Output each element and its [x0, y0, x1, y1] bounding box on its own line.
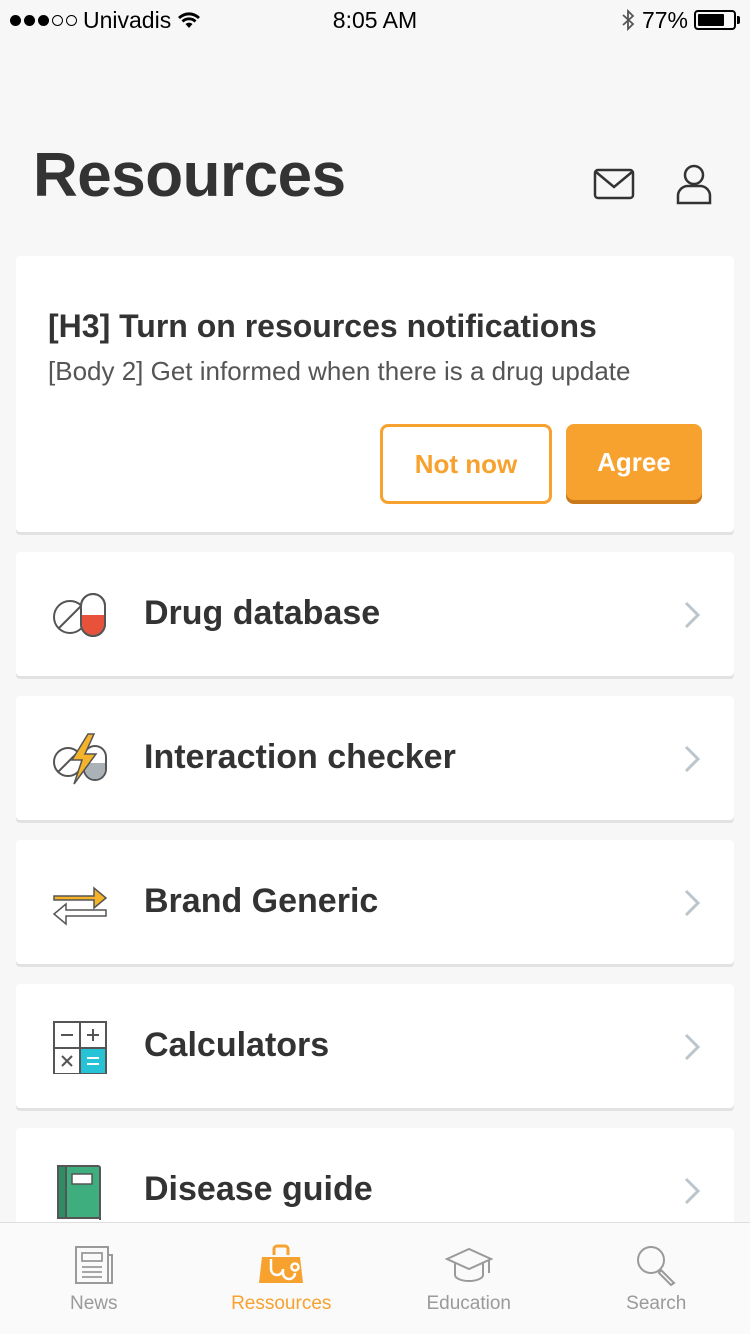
tab-bar: News Ressources Education Search	[0, 1222, 750, 1334]
status-right: 77%	[620, 7, 740, 34]
battery-icon	[694, 10, 740, 30]
status-bar: Univadis 8:05 AM 77%	[0, 0, 750, 40]
graduation-cap-icon	[444, 1247, 493, 1282]
notification-card: [H3] Turn on resources notifications [Bo…	[16, 256, 734, 532]
tab-news[interactable]: News	[0, 1223, 188, 1334]
signal-strength-icon	[10, 14, 77, 26]
notification-body: [Body 2] Get informed when there is a dr…	[48, 356, 631, 386]
tab-ressources[interactable]: Ressources	[188, 1223, 376, 1334]
carrier-name: Univadis	[83, 6, 172, 33]
chevron-right-icon	[684, 1033, 701, 1061]
resource-item-drug-database[interactable]: Drug database	[16, 552, 734, 676]
chevron-right-icon	[684, 1177, 701, 1205]
resource-label: Drug database	[144, 594, 381, 632]
chevron-right-icon	[684, 601, 701, 629]
notification-title: [H3] Turn on resources notifications	[48, 308, 597, 344]
tab-label: Ressources	[231, 1293, 332, 1314]
bluetooth-icon	[622, 8, 635, 32]
interaction-icon	[53, 733, 107, 785]
mail-icon[interactable]	[592, 162, 636, 206]
not-now-button[interactable]: Not now	[380, 424, 552, 504]
tab-label: News	[69, 1293, 118, 1314]
tab-label: Search	[626, 1293, 687, 1314]
pill-icon	[53, 593, 106, 637]
calculator-icon	[53, 1021, 107, 1074]
tab-label: Education	[426, 1293, 511, 1314]
wifi-icon	[178, 12, 201, 28]
resource-label: Disease guide	[144, 1170, 373, 1208]
battery-level-fill	[698, 14, 725, 26]
resource-item-interaction-checker[interactable]: Interaction checker	[16, 696, 734, 820]
resource-item-calculators[interactable]: Calculators	[16, 984, 734, 1108]
resource-label: Calculators	[144, 1026, 330, 1064]
profile-icon[interactable]	[672, 162, 716, 206]
search-icon	[637, 1246, 676, 1287]
medical-bag-icon	[259, 1244, 304, 1283]
swap-arrows-icon	[52, 886, 108, 926]
chevron-right-icon	[684, 889, 701, 917]
newspaper-icon	[74, 1246, 113, 1284]
resource-label: Brand Generic	[144, 882, 379, 920]
battery-percent: 77%	[641, 6, 688, 33]
page-title: Resources	[33, 141, 346, 210]
tab-education[interactable]: Education	[375, 1223, 563, 1334]
chevron-right-icon	[684, 745, 701, 773]
book-icon	[57, 1165, 101, 1220]
tab-search[interactable]: Search	[563, 1223, 750, 1334]
resource-item-brand-generic[interactable]: Brand Generic	[16, 840, 734, 964]
status-left: Univadis	[10, 7, 201, 34]
resource-label: Interaction checker	[144, 738, 456, 776]
agree-button[interactable]: Agree	[566, 424, 702, 500]
